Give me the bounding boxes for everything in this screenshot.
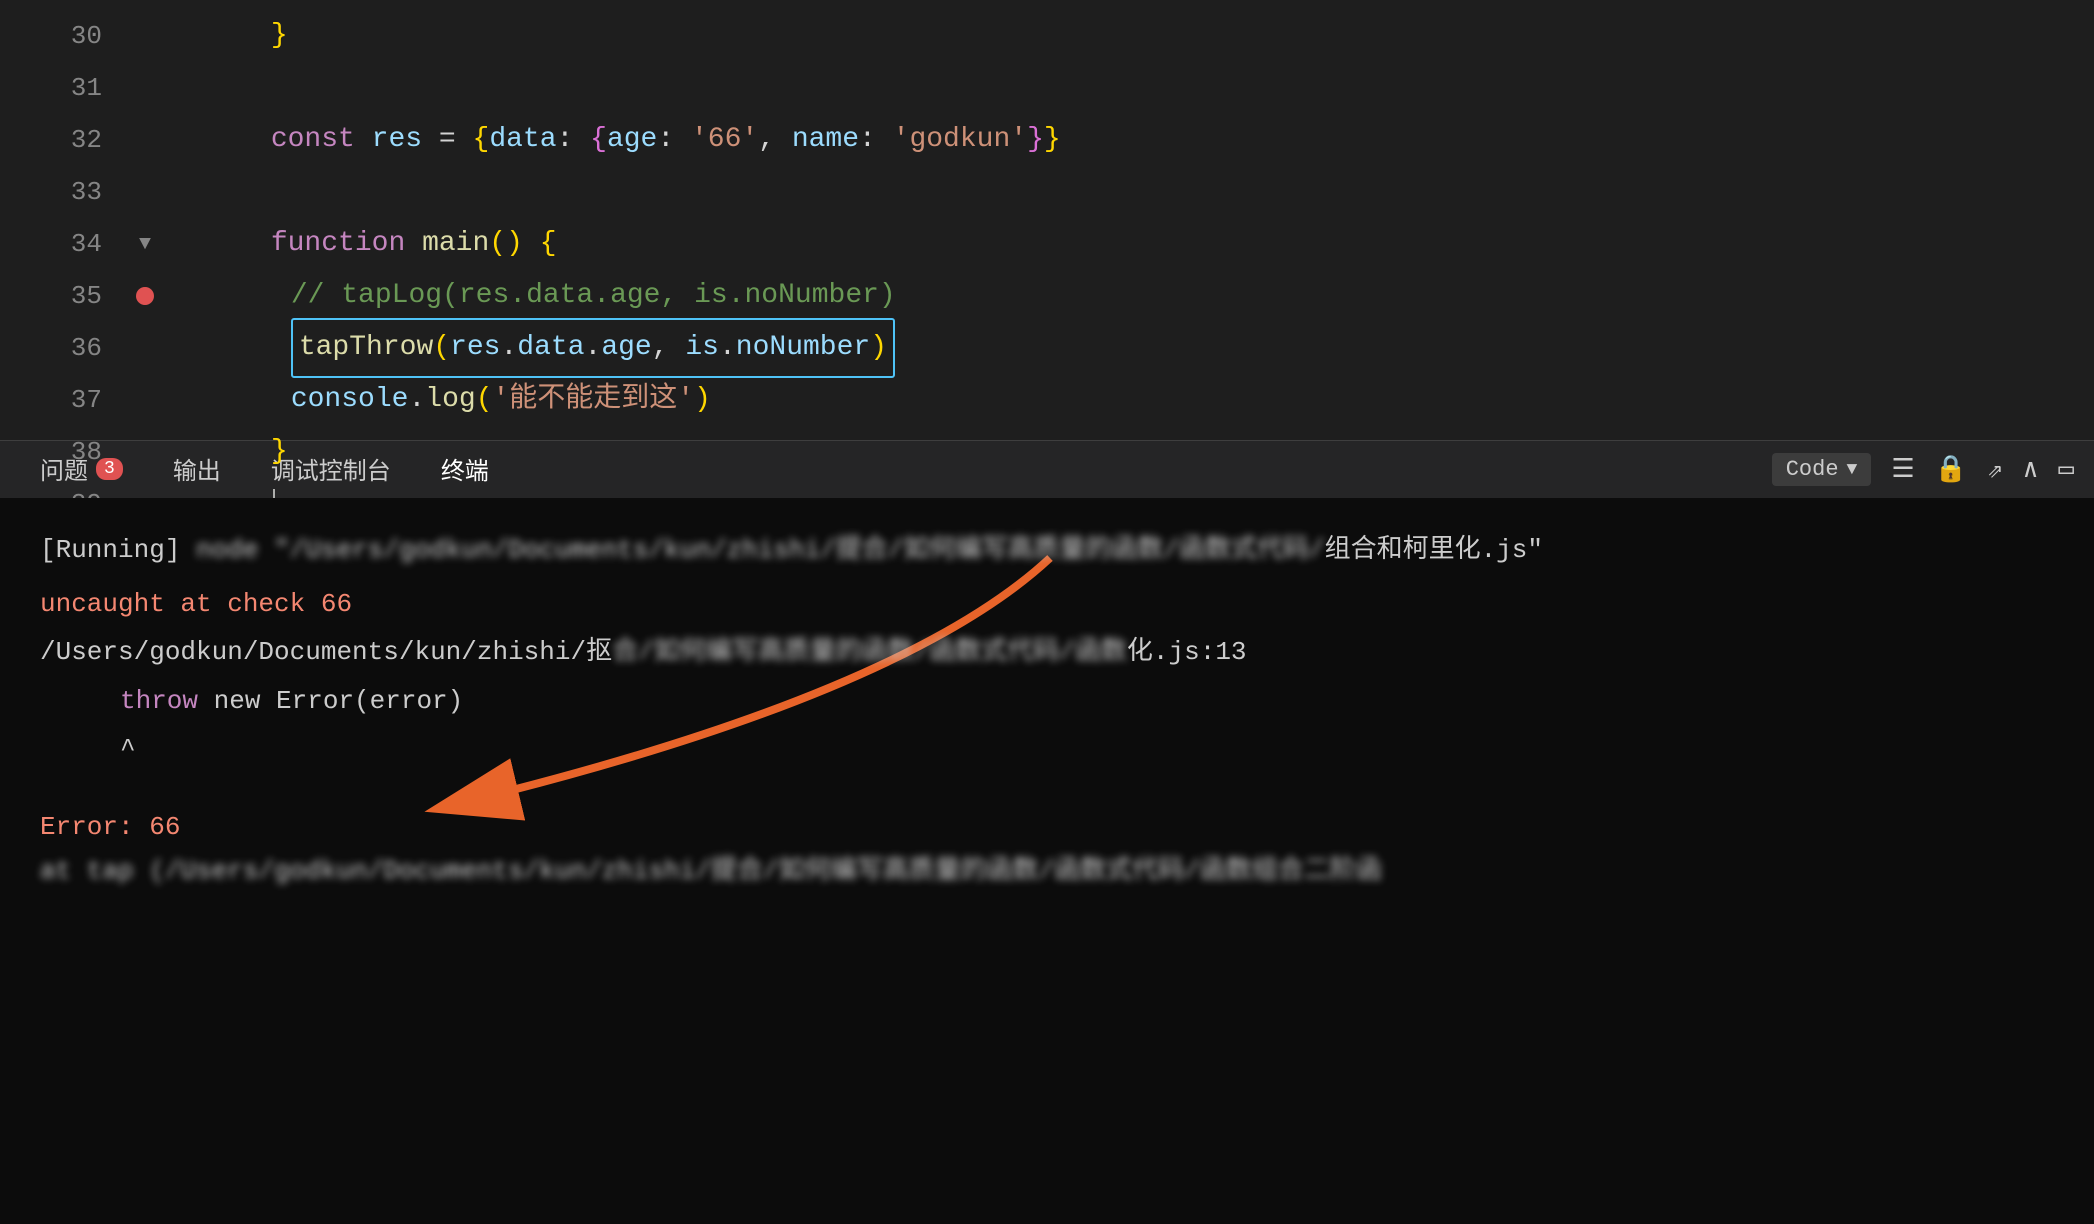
breakpoint-area-34: ▼	[130, 233, 160, 256]
line-number-31: 31	[0, 73, 130, 103]
error-text-2: Error: 66	[40, 812, 180, 842]
line-number-30: 30	[0, 21, 130, 51]
path-text: /Users/godkun/Documents/kun/zhishi/抠	[40, 637, 612, 667]
error-line-1: uncaught at check 66	[40, 582, 2054, 626]
stack-text: at tap (/Users/godkun/Documents/kun/zhis…	[40, 856, 1382, 886]
throw-rest: new Error(error)	[198, 686, 463, 716]
line-number-33: 33	[0, 177, 130, 207]
line-number-38: 38	[0, 437, 130, 467]
path-suffix: 化.js:13	[1127, 637, 1247, 667]
error-line-2: Error: 66	[40, 805, 2054, 849]
running-path: node "/Users/godkun/Documents/kun/zhishi…	[196, 535, 1325, 565]
caret-line: ^	[40, 727, 2054, 771]
editor-area: 30 } 31 32 const res = {data: {age: '66'…	[0, 0, 2094, 440]
terminal-area[interactable]: [Running] node "/Users/godkun/Documents/…	[0, 498, 2094, 1224]
line-number-34: 34	[0, 229, 130, 259]
line-number-37: 37	[0, 385, 130, 415]
running-suffix: 组合和柯里化.js"	[1325, 535, 1543, 565]
line-number-32: 32	[0, 125, 130, 155]
breakpoint-dot-35[interactable]	[136, 287, 154, 305]
caret-text: ^	[120, 734, 136, 764]
running-line: [Running] node "/Users/godkun/Documents/…	[40, 528, 2054, 572]
breakpoint-area-35	[130, 287, 160, 305]
stack-line: at tap (/Users/godkun/Documents/kun/zhis…	[40, 849, 2054, 893]
path-line: /Users/godkun/Documents/kun/zhishi/抠合/如何…	[40, 630, 2054, 674]
throw-keyword: throw	[120, 686, 198, 716]
code-line-30: 30 }	[0, 10, 2094, 62]
empty-spacer	[40, 771, 2054, 791]
line-number-35: 35	[0, 281, 130, 311]
error-text-1: uncaught at check 66	[40, 589, 352, 619]
running-label: [Running]	[40, 535, 180, 565]
throw-line: throw new Error(error)	[40, 679, 2054, 723]
line-number-36: 36	[0, 333, 130, 363]
code-line-32: 32 const res = {data: {age: '66', name: …	[0, 114, 2094, 166]
path-middle: 合/如何编写高质量的函数/函数式代码/函数	[612, 637, 1127, 667]
